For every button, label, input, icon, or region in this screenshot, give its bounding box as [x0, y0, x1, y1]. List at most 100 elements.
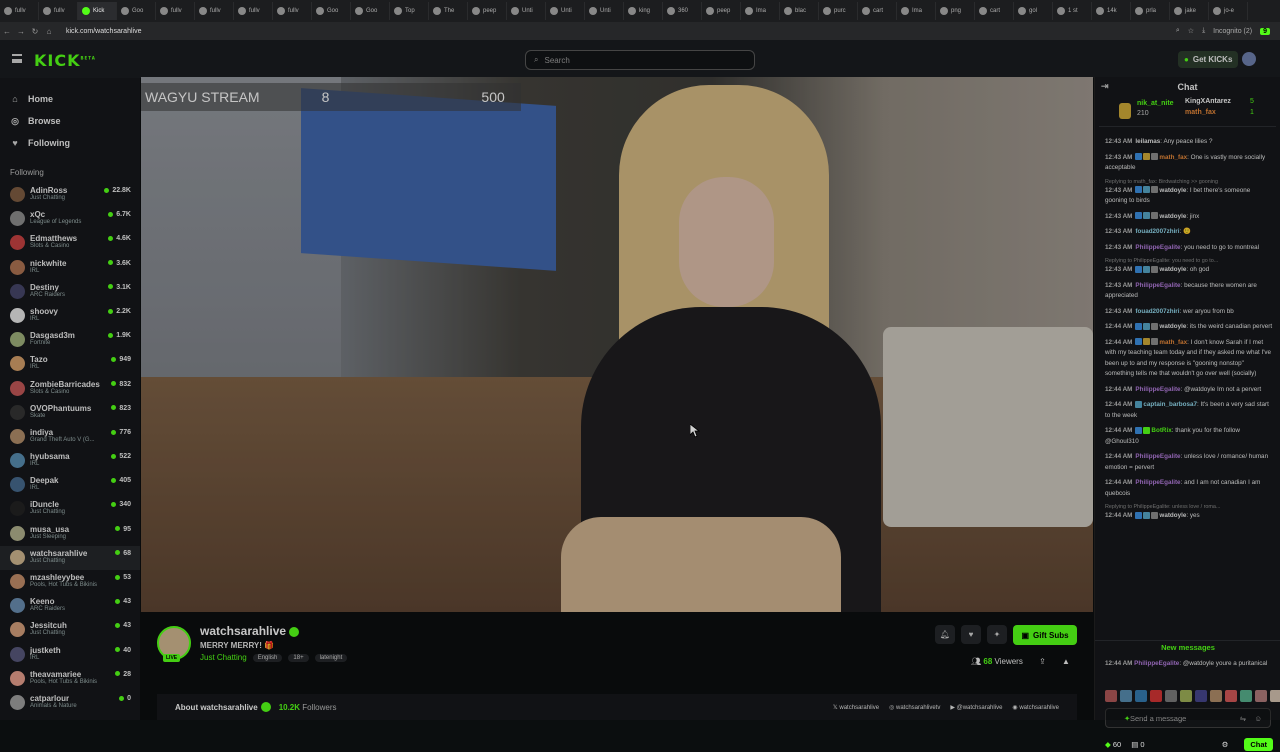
following-channel-item[interactable]: xQc League of Legends 6.7K: [0, 207, 140, 231]
message-username[interactable]: fouad2007zhiri: [1135, 228, 1179, 235]
message-username[interactable]: PhilippeEgalite: [1135, 244, 1180, 251]
tag-english[interactable]: English: [252, 653, 283, 662]
channel-name[interactable]: watchsarahlive: [200, 624, 286, 638]
browser-tab[interactable]: cart: [858, 2, 897, 20]
chat-emoji-icon[interactable]: ✦: [1124, 714, 1130, 723]
menu-icon[interactable]: [12, 54, 22, 63]
chat-message-input[interactable]: ✦ Send a message ⇋ ☺: [1105, 708, 1271, 728]
following-channel-item[interactable]: watchsarahlive Just Chatting 68: [0, 545, 140, 570]
following-channel-item[interactable]: Keeno ARC Raiders 43: [0, 594, 140, 618]
following-channel-item[interactable]: indiya Grand Theft Auto V (G... 776: [0, 425, 140, 449]
zoom-icon[interactable]: ⌕: [1176, 27, 1180, 35]
social-instagram-link[interactable]: ◎ watchsarahlivetv: [889, 704, 940, 711]
drops-display[interactable]: ▤ 0: [1131, 740, 1144, 749]
search-input[interactable]: ⌕ Search: [525, 50, 755, 70]
browser-tab[interactable]: Ima: [897, 2, 936, 20]
browser-tab[interactable]: png: [936, 2, 975, 20]
video-player[interactable]: WAGYU STREAM 8 500: [141, 77, 1093, 612]
following-channel-item[interactable]: Destiny ARC Raiders 3.1K: [0, 280, 140, 304]
browser-tab[interactable]: Unti: [546, 2, 585, 20]
browser-tab[interactable]: Top: [390, 2, 429, 20]
new-messages-indicator[interactable]: New messages: [1095, 640, 1280, 652]
browser-tab[interactable]: Ima: [741, 2, 780, 20]
home-nav-icon[interactable]: ⌂: [42, 27, 56, 36]
reply-context[interactable]: Replying to PhilippeEgalite: you need to…: [1105, 258, 1273, 264]
browser-tab[interactable]: 14k: [1092, 2, 1131, 20]
browser-tab[interactable]: fullv: [273, 2, 312, 20]
following-channel-item[interactable]: catparlour Animals & Nature 0: [0, 691, 140, 715]
emote-icon[interactable]: [1120, 690, 1132, 702]
following-channel-item[interactable]: shoovy IRL 2.2K: [0, 304, 140, 328]
browser-tab[interactable]: Goo: [351, 2, 390, 20]
reply-context[interactable]: Replying to PhilippeEgalite: unless love…: [1105, 504, 1273, 510]
kick-logo[interactable]: KICKBETA: [34, 51, 96, 70]
emote-icon[interactable]: [1270, 690, 1280, 702]
following-channel-item[interactable]: hyubsama IRL 522: [0, 449, 140, 473]
social-x-link[interactable]: 𝕏 watchsarahlive: [833, 704, 879, 711]
browser-tab[interactable]: fullv: [234, 2, 273, 20]
following-channel-item[interactable]: justketh IRL 40: [0, 643, 140, 667]
message-username[interactable]: watdoyle: [1159, 266, 1186, 273]
following-channel-item[interactable]: OVOPhantuums Skate 823: [0, 401, 140, 425]
message-username[interactable]: math_fax: [1159, 154, 1187, 161]
emote-icon[interactable]: [1135, 690, 1147, 702]
message-username[interactable]: watdoyle: [1159, 213, 1186, 220]
browser-tab[interactable]: fullv: [39, 2, 78, 20]
leader-top-name[interactable]: nik_at_nite: [1137, 100, 1174, 107]
message-username[interactable]: captain_barbosa7: [1143, 401, 1197, 408]
following-channel-item[interactable]: iDuncle Just Chatting 340: [0, 497, 140, 521]
following-channel-item[interactable]: mzashleyybee Pools, Hot Tubs & Bikinis 53: [0, 570, 140, 594]
following-channel-item[interactable]: ZombieBarricades Slots & Casino 832: [0, 377, 140, 401]
gift-subs-button[interactable]: ▣ Gift Subs: [1013, 625, 1077, 645]
chat-settings-icon[interactable]: ⚙: [1222, 740, 1229, 749]
browser-tab[interactable]: purc: [819, 2, 858, 20]
following-channel-item[interactable]: musa_usa Just Sleeping 95: [0, 522, 140, 546]
message-username[interactable]: watdoyle: [1159, 323, 1186, 330]
browser-tab[interactable]: jo-e: [1209, 2, 1248, 20]
social-youtube-link[interactable]: ▶ @watchsarahlive: [950, 704, 1002, 711]
message-username[interactable]: watdoyle: [1159, 512, 1186, 519]
bookmark-star-icon[interactable]: ☆: [1188, 27, 1194, 35]
following-channel-item[interactable]: Edmatthews Slots & Casino 4.6K: [0, 231, 140, 255]
following-channel-item[interactable]: theavamariee Pools, Hot Tubs & Bikinis 28: [0, 667, 140, 691]
message-username[interactable]: PhilippeEgalite: [1135, 479, 1180, 486]
following-channel-item[interactable]: Dasgasd3m Fortnite 1.9K: [0, 328, 140, 352]
reply-context[interactable]: Replying to math_fax: Birdwatching >> go…: [1105, 179, 1273, 185]
stream-category[interactable]: Just Chatting: [200, 653, 247, 662]
following-channel-item[interactable]: nickwhite IRL 3.6K: [0, 256, 140, 280]
message-username[interactable]: fouad2007zhiri: [1135, 308, 1179, 315]
download-icon[interactable]: ⤓: [1202, 27, 1205, 35]
get-kicks-button[interactable]: ● Get KICKs: [1178, 51, 1239, 68]
emote-icon[interactable]: [1240, 690, 1252, 702]
browser-tab[interactable]: Unti: [507, 2, 546, 20]
profile-label[interactable]: Incognito (2): [1213, 28, 1252, 35]
forward-icon[interactable]: →: [14, 27, 28, 36]
emote-icon[interactable]: [1225, 690, 1237, 702]
browser-tab[interactable]: king: [624, 2, 663, 20]
browser-tab[interactable]: fullv: [156, 2, 195, 20]
report-icon[interactable]: ▲: [1062, 657, 1070, 666]
message-username[interactable]: BotRix: [1151, 427, 1171, 434]
extension-badge[interactable]: 9: [1260, 27, 1270, 35]
browser-tab[interactable]: 360: [663, 2, 702, 20]
browser-tab[interactable]: gol: [1014, 2, 1053, 20]
chat-emoji-picker-icon[interactable]: ☺: [1254, 714, 1262, 723]
emote-icon[interactable]: [1180, 690, 1192, 702]
following-channel-item[interactable]: Tazo IRL 949: [0, 352, 140, 376]
browser-tab[interactable]: Unti: [585, 2, 624, 20]
chat-slash-icon[interactable]: ⇋: [1240, 714, 1246, 723]
follow-heart-button[interactable]: ♥: [961, 625, 981, 644]
message-username[interactable]: leilamas: [1135, 138, 1160, 145]
leader-third-name[interactable]: math_fax: [1185, 109, 1216, 116]
emote-icon[interactable]: [1210, 690, 1222, 702]
message-username[interactable]: PhilippeEgalite: [1135, 386, 1180, 393]
browser-tab[interactable]: jake: [1170, 2, 1209, 20]
browser-tab[interactable]: fullv: [0, 2, 39, 20]
following-channel-item[interactable]: AdinRoss Just Chatting 22.8K: [0, 183, 140, 207]
tag-latenight[interactable]: latenight: [314, 653, 348, 662]
message-username[interactable]: watdoyle: [1159, 187, 1186, 194]
browser-tab[interactable]: blac: [780, 2, 819, 20]
emote-icon[interactable]: [1195, 690, 1207, 702]
emote-icon[interactable]: [1255, 690, 1267, 702]
emote-icon[interactable]: [1150, 690, 1162, 702]
